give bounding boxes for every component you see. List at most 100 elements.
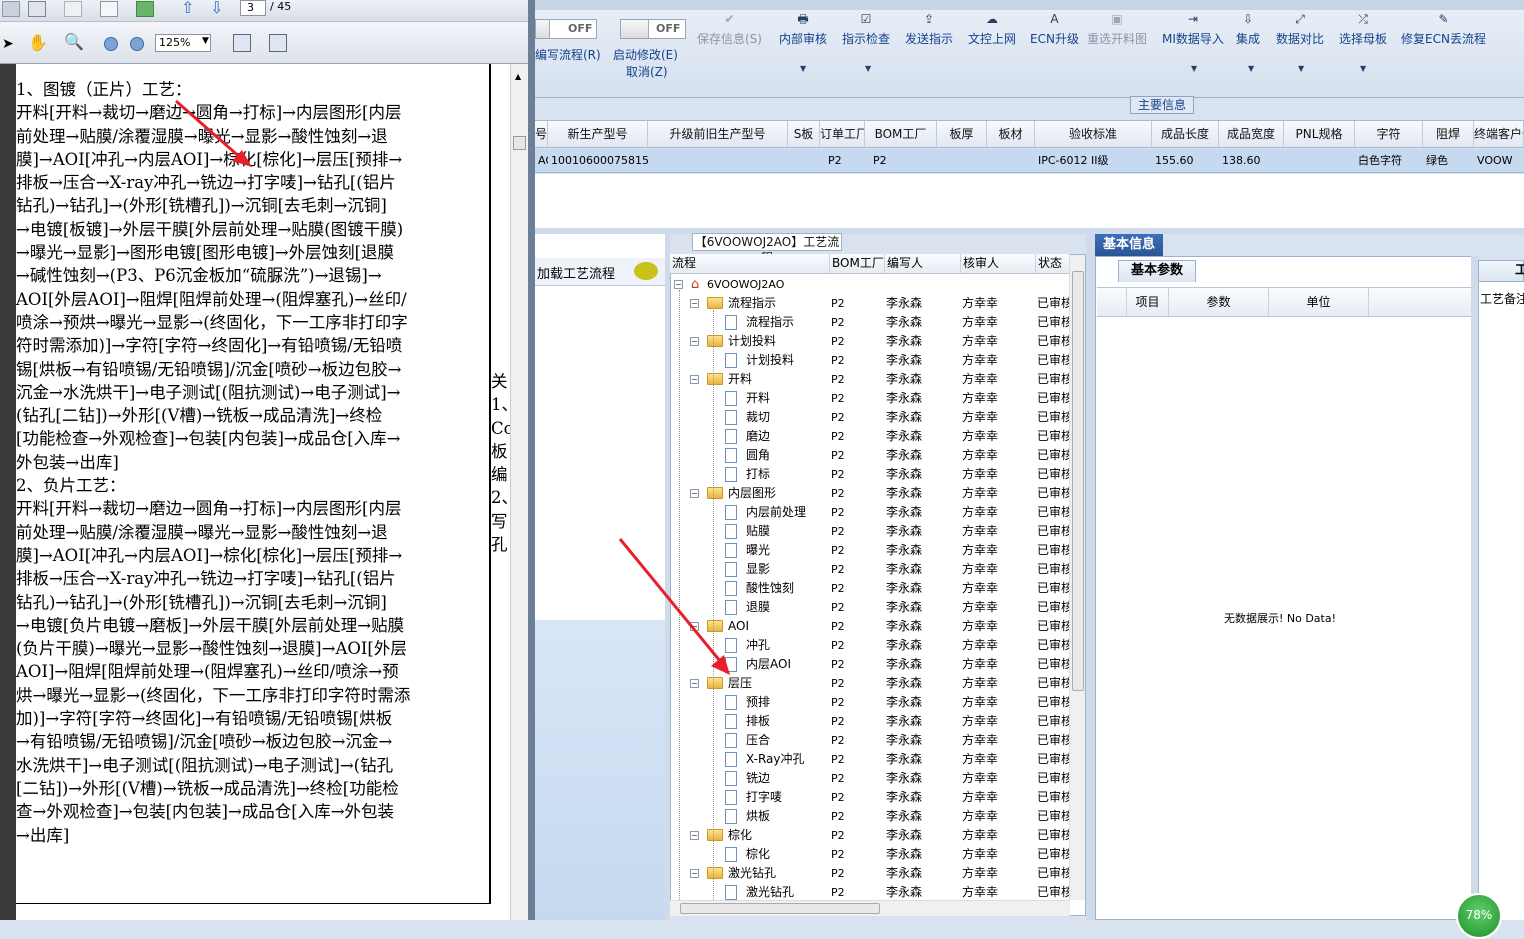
tree-row[interactable]: 内层AOI P2 李永森 方幸幸 已审核: [670, 655, 1070, 674]
grid-column-header[interactable]: 订单工厂: [820, 121, 865, 147]
grid-cell[interactable]: 155.60: [1155, 149, 1219, 172]
chevron-down-icon[interactable]: ▼: [1298, 64, 1304, 73]
tree-row[interactable]: 圆角 P2 李永森 方幸幸 已审核: [670, 446, 1070, 465]
grid-column-header[interactable]: 成品长度: [1152, 121, 1219, 147]
collapse-toggle-icon[interactable]: −: [690, 299, 699, 308]
chevron-down-icon[interactable]: ▼: [1360, 64, 1366, 73]
scroll-up-icon[interactable]: ▲: [515, 72, 521, 81]
tree-row[interactable]: − 棕化 P2 李永森 方幸幸 已审核: [670, 826, 1070, 845]
grid-cell[interactable]: P2: [873, 149, 942, 172]
ribbon-button[interactable]: ☁ 文控上网: [968, 12, 1016, 47]
tree-row[interactable]: 打标 P2 李永森 方幸幸 已审核: [670, 465, 1070, 484]
tab-basic-info[interactable]: 基本信息: [1095, 234, 1163, 256]
collapse-toggle-icon[interactable]: −: [690, 489, 699, 498]
collapse-toggle-icon[interactable]: −: [690, 622, 699, 631]
splitter[interactable]: [535, 228, 1524, 234]
grid-column-header[interactable]: 成品宽度: [1219, 121, 1284, 147]
tree-row[interactable]: 冲孔 P2 李永森 方幸幸 已审核: [670, 636, 1070, 655]
ribbon-button[interactable]: ⇩ 集成: [1236, 12, 1260, 47]
grid-column-header[interactable]: 新生产型号: [548, 121, 648, 147]
collapse-toggle-icon[interactable]: −: [690, 869, 699, 878]
select-cursor-icon[interactable]: ➤: [2, 36, 20, 52]
chevron-down-icon[interactable]: ▼: [865, 64, 871, 73]
collapse-toggle-icon[interactable]: −: [690, 375, 699, 384]
tree-vertical-scrollbar[interactable]: [1069, 255, 1085, 900]
grid-column-header[interactable]: PNL规格: [1284, 121, 1355, 147]
write-flow-toggle[interactable]: OFF: [535, 19, 597, 39]
scrollbar-thumb[interactable]: [680, 903, 880, 914]
grid-cell[interactable]: [791, 149, 820, 172]
print-icon[interactable]: [28, 1, 46, 17]
tree-column-header[interactable]: 编写人: [885, 254, 961, 273]
ribbon-button[interactable]: ☑ 指示检查: [842, 12, 890, 47]
grid-cell[interactable]: 绿色: [1426, 149, 1474, 172]
ribbon-button[interactable]: ⇥ MI数据导入: [1162, 12, 1224, 47]
grid-column-header[interactable]: BOM工厂: [865, 121, 937, 147]
chevron-down-icon[interactable]: ▼: [800, 64, 806, 73]
load-flow-header[interactable]: 加载工艺流程: [535, 258, 665, 286]
collapse-toggle-icon[interactable]: −: [690, 831, 699, 840]
tree-row[interactable]: 开料 P2 李永森 方幸幸 已审核: [670, 389, 1070, 408]
splitter[interactable]: [1471, 256, 1478, 920]
start-edit-label[interactable]: 启动修改(E): [613, 46, 678, 63]
hand-icon[interactable]: ✋: [28, 35, 48, 51]
main-info-row-selected[interactable]: AO10010600075815 P2P2 IPC-6012 II级155.6013…: [535, 149, 1524, 173]
grid-cell[interactable]: [940, 149, 987, 172]
ribbon-button[interactable]: ✔ 保存信息(S): [697, 12, 762, 47]
chevron-down-icon[interactable]: ▼: [1191, 64, 1197, 73]
tree-row[interactable]: − 内层图形 P2 李永森 方幸幸 已审核: [670, 484, 1070, 503]
folder-icon[interactable]: [2, 1, 20, 17]
grid-cell[interactable]: 138.60: [1222, 149, 1284, 172]
tree-row[interactable]: − 流程指示 P2 李永森 方幸幸 已审核: [670, 294, 1070, 313]
grid-column-header[interactable]: 字符: [1355, 121, 1423, 147]
scrollbar-thumb[interactable]: [513, 136, 526, 150]
tree-horizontal-scrollbar[interactable]: [670, 900, 1070, 916]
ribbon-button[interactable]: ⇪ 发送指示: [905, 12, 953, 47]
cancel-edit-button[interactable]: 取消(Z): [626, 63, 668, 80]
grid-cell[interactable]: [651, 149, 788, 172]
tree-row[interactable]: 计划投料 P2 李永森 方幸幸 已审核: [670, 351, 1070, 370]
grid-column-header[interactable]: 升级前旧生产型号: [648, 121, 788, 147]
document-icon[interactable]: [100, 1, 118, 17]
grid-column-header[interactable]: 板材: [987, 121, 1035, 147]
tree-row[interactable]: − ⌂ 6VOOWOJ2AO: [670, 275, 1070, 294]
zoom-in-icon[interactable]: [130, 37, 144, 51]
collapse-toggle-icon[interactable]: −: [674, 280, 683, 289]
grid-column-header[interactable]: 阻焊: [1423, 121, 1474, 147]
scrollbar-thumb[interactable]: [1072, 271, 1084, 691]
pdf-scrollbar[interactable]: ▲: [510, 64, 528, 920]
tree-row[interactable]: − 开料 P2 李永森 方幸幸 已审核: [670, 370, 1070, 389]
tree-row[interactable]: 打字唛 P2 李永森 方幸幸 已审核: [670, 788, 1070, 807]
collapse-toggle-icon[interactable]: −: [690, 679, 699, 688]
zoom-tool-icon[interactable]: 🔍: [64, 34, 84, 50]
tree-row[interactable]: − 激光钻孔 P2 李永森 方幸幸 已审核: [670, 864, 1070, 883]
splitter[interactable]: [1086, 234, 1095, 920]
speech-bubble-icon[interactable]: [634, 262, 658, 280]
tree-row[interactable]: 酸性蚀刻 P2 李永森 方幸幸 已审核: [670, 579, 1070, 598]
ribbon-button[interactable]: ✎ 修复ECN丢流程: [1401, 12, 1486, 47]
ribbon-button[interactable]: ▣ 重选开料图: [1087, 12, 1147, 47]
tree-row[interactable]: 磨边 P2 李永森 方幸幸 已审核: [670, 427, 1070, 446]
tree-row[interactable]: 铣边 P2 李永森 方幸幸 已审核: [670, 769, 1070, 788]
tree-row[interactable]: 棕化 P2 李永森 方幸幸 已审核: [670, 845, 1070, 864]
tab-basic-params[interactable]: 基本参数: [1118, 260, 1196, 282]
grid-cell[interactable]: 10010600075815: [551, 149, 648, 172]
tree-row[interactable]: 压合 P2 李永森 方幸幸 已审核: [670, 731, 1070, 750]
tree-row[interactable]: − AOI P2 李永森 方幸幸 已审核: [670, 617, 1070, 636]
grid-cell[interactable]: P2: [828, 149, 870, 172]
col-item[interactable]: 项目: [1127, 288, 1169, 316]
chevron-down-icon[interactable]: ▼: [202, 36, 220, 52]
tree-row[interactable]: 退膜 P2 李永森 方幸幸 已审核: [670, 598, 1070, 617]
grid-cell[interactable]: VOOW: [1477, 149, 1524, 172]
grid-column-header[interactable]: 终端客户代码: [1474, 121, 1524, 147]
grid-column-header[interactable]: 板厚: [937, 121, 987, 147]
refresh-icon[interactable]: [136, 1, 154, 17]
save-icon[interactable]: [64, 1, 82, 17]
tree-column-header[interactable]: 流程: [670, 254, 830, 273]
page-down-icon[interactable]: ⇩: [210, 0, 228, 16]
grid-cell[interactable]: [1287, 149, 1355, 172]
ribbon-button[interactable]: A ECN升级: [1030, 12, 1079, 47]
tree-column-header[interactable]: BOM工厂: [830, 254, 885, 273]
ribbon-button[interactable]: 🖶 内部审核: [779, 12, 827, 47]
page-up-icon[interactable]: ⇧: [181, 0, 199, 16]
